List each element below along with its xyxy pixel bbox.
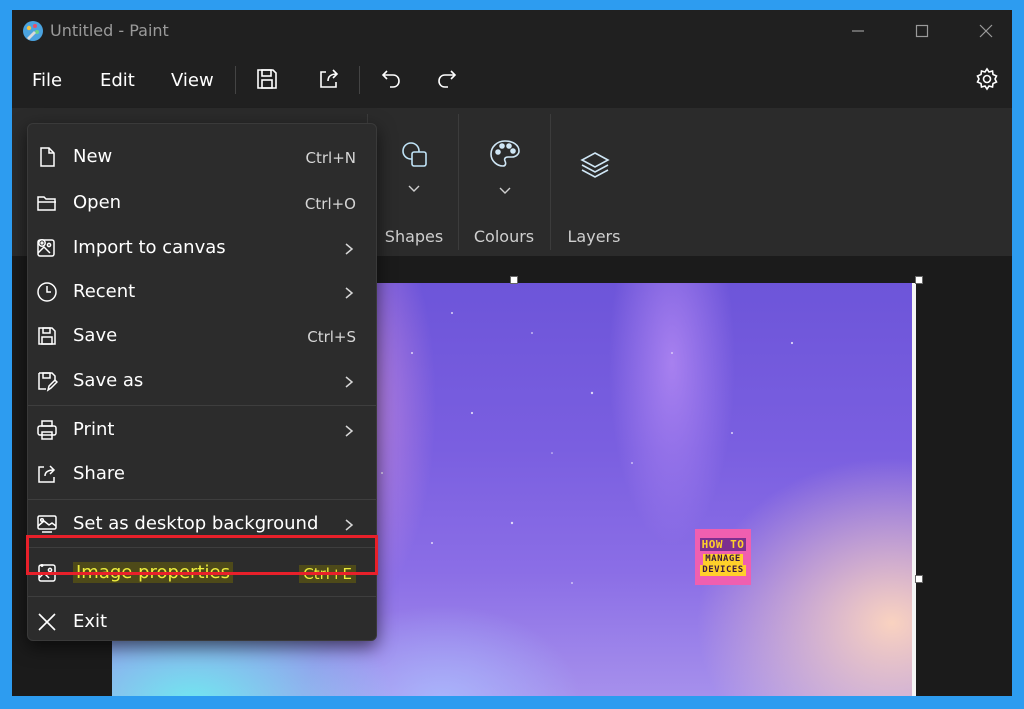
ribbon-group-colours[interactable]: Colours [459,108,549,256]
ribbon-label-shapes: Shapes [384,227,444,246]
chevron-right-icon [344,516,354,531]
close-icon [36,611,58,633]
chevron-down-icon [499,180,511,199]
chevron-down-icon [408,178,420,197]
import-image-icon [36,237,58,259]
menu-view[interactable]: View [171,70,214,91]
menu-divider [28,499,376,500]
logo-text-devices: DEVICES [700,565,746,576]
ribbon-label-layers: Layers [567,227,621,246]
resize-handle-top-right[interactable] [915,276,923,284]
window-title: Untitled - Paint [50,21,169,40]
layers-icon [579,150,611,184]
share-icon[interactable] [316,66,342,92]
shortcut-text: Ctrl+N [305,149,356,167]
shortcut-text: Ctrl+S [307,328,356,346]
menu-item-label: Set as desktop background [73,513,319,534]
chevron-right-icon [344,422,354,437]
menu-item-label: Save [73,325,118,346]
paint-app-icon [22,20,44,42]
menu-item-print[interactable]: Print [28,410,376,450]
chevron-right-icon [344,373,354,388]
menu-divider [28,405,376,406]
clock-icon [36,281,58,303]
resize-handle-right[interactable] [915,575,923,583]
save-as-icon [36,370,59,392]
menu-item-share[interactable]: Share [28,454,376,494]
menu-item-import-to-canvas[interactable]: Import to canvas [28,228,376,268]
save-icon [36,325,58,347]
menu-divider [28,596,376,597]
ribbon-group-layers[interactable]: Layers [552,108,636,256]
logo-text-manage: MANAGE [703,554,743,565]
menu-item-label: Import to canvas [73,237,226,258]
minimize-button[interactable] [846,20,870,42]
desktop-background-icon [36,513,58,535]
ribbon-label-colours: Colours [473,227,535,246]
ribbon-divider [550,114,551,250]
new-file-icon [36,146,58,168]
toolbar-divider [359,66,360,94]
menu-item-recent[interactable]: Recent [28,272,376,312]
folder-icon [36,192,58,214]
undo-icon[interactable] [378,66,404,92]
maximize-button[interactable] [910,20,934,42]
save-icon[interactable] [254,66,280,92]
menu-item-label: Exit [73,611,108,632]
menu-item-label: Recent [73,281,136,302]
menu-item-label: Open [73,192,122,213]
menu-bar: File Edit View [12,52,1012,108]
menu-item-label: New [73,146,113,167]
shapes-icon [400,140,430,174]
menu-item-save[interactable]: Save Ctrl+S [28,316,376,356]
menu-item-label: Save as [73,370,144,391]
menu-item-exit[interactable]: Exit [28,602,376,642]
logo-text-how-to: HOW TO [699,538,747,551]
close-window-button[interactable] [974,20,998,42]
menu-item-save-as[interactable]: Save as [28,361,376,401]
share-icon [36,463,58,485]
ribbon-group-shapes[interactable]: Shapes [370,108,458,256]
title-bar: Untitled - Paint [12,10,1012,52]
menu-edit[interactable]: Edit [100,70,135,91]
menu-item-open[interactable]: Open Ctrl+O [28,183,376,223]
redo-icon[interactable] [434,66,460,92]
palette-icon [488,138,522,176]
paint-window: Untitled - Paint File Edit View Shapes C… [12,10,1012,696]
shortcut-text: Ctrl+O [304,195,356,213]
resize-handle-top[interactable] [510,276,518,284]
howto-manage-devices-logo: HOW TO MANAGE DEVICES [695,529,751,585]
annotation-highlight-box [26,535,378,575]
chevron-right-icon [344,240,354,255]
chevron-right-icon [344,284,354,299]
settings-icon[interactable] [974,66,1000,92]
menu-file[interactable]: File [32,70,62,91]
menu-item-new[interactable]: New Ctrl+N [28,137,376,177]
toolbar-divider [235,66,236,94]
canvas-right-edge [912,283,916,696]
menu-item-label: Share [73,463,125,484]
printer-icon [36,419,58,441]
menu-item-label: Print [73,419,115,440]
